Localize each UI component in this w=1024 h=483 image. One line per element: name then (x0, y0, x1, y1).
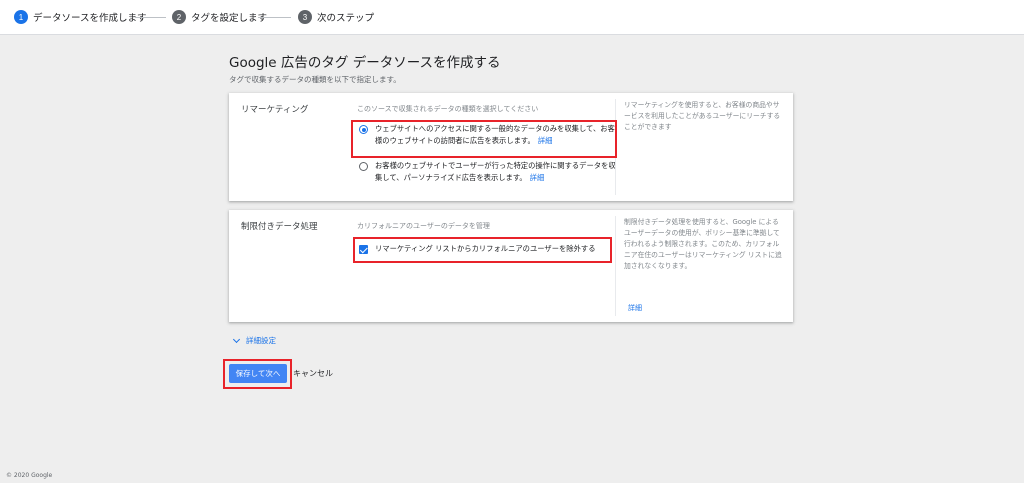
advanced-settings-toggle[interactable]: 詳細設定 (232, 335, 276, 346)
advanced-settings-label: 詳細設定 (246, 336, 276, 345)
option-personalized-text: お客様のウェブサイトでユーザーが行った特定の操作に関するデータを収集して、パーソ… (375, 161, 616, 182)
stepper: 1 データソースを作成します 2 タグを設定します 3 次のステップ (0, 0, 1024, 35)
highlight-box (351, 120, 617, 158)
step-3-number: 3 (298, 10, 312, 24)
step-1-number: 1 (14, 10, 28, 24)
restricted-title: 制限付きデータ処理 (241, 222, 318, 232)
step-2: 2 タグを設定します (172, 10, 267, 24)
step-3: 3 次のステップ (298, 10, 374, 24)
card-divider (615, 216, 616, 316)
remarketing-option-personalized[interactable]: お客様のウェブサイトでユーザーが行った特定の操作に関するデータを収集して、パーソ… (359, 161, 617, 184)
cancel-button[interactable]: キャンセル (293, 368, 333, 379)
remarketing-help: リマーケティングを使用すると、お客様の商品やサービスを利用したことがあるユーザー… (624, 101, 781, 131)
page-subtitle: タグで収集するデータの種類を以下で指定します。 (229, 75, 401, 84)
remarketing-title: リマーケティング (241, 105, 309, 115)
radio-unselected[interactable] (359, 162, 368, 171)
step-connector (258, 17, 291, 18)
page-title: Google 広告のタグ データソースを作成する (229, 55, 501, 71)
chevron-down-icon (232, 335, 241, 343)
save-and-next-button[interactable]: 保存して次へ (229, 364, 287, 383)
step-3-label: 次のステップ (317, 13, 375, 24)
restricted-data-card: 制限付きデータ処理 カリフォルニアのユーザーのデータを管理 リマーケティング リ… (229, 210, 793, 322)
restricted-description: カリフォルニアのユーザーのデータを管理 (357, 222, 490, 230)
step-connector (135, 17, 166, 18)
copyright: © 2020 Google (6, 472, 53, 479)
learn-more-link[interactable]: 詳細 (530, 173, 545, 182)
restricted-help: 制限付きデータ処理を使用すると、Google によるユーザーデータの使用が、ポリ… (624, 218, 782, 270)
highlight-box (353, 237, 612, 263)
step-2-label: タグを設定します (191, 13, 268, 24)
step-1-label: データソースを作成します (33, 13, 147, 24)
step-2-number: 2 (172, 10, 186, 24)
step-1: 1 データソースを作成します (14, 10, 147, 24)
restricted-learn-more-link[interactable]: 詳細 (628, 303, 642, 313)
remarketing-description: このソースで収集されるデータの種類を選択してください (357, 105, 539, 113)
